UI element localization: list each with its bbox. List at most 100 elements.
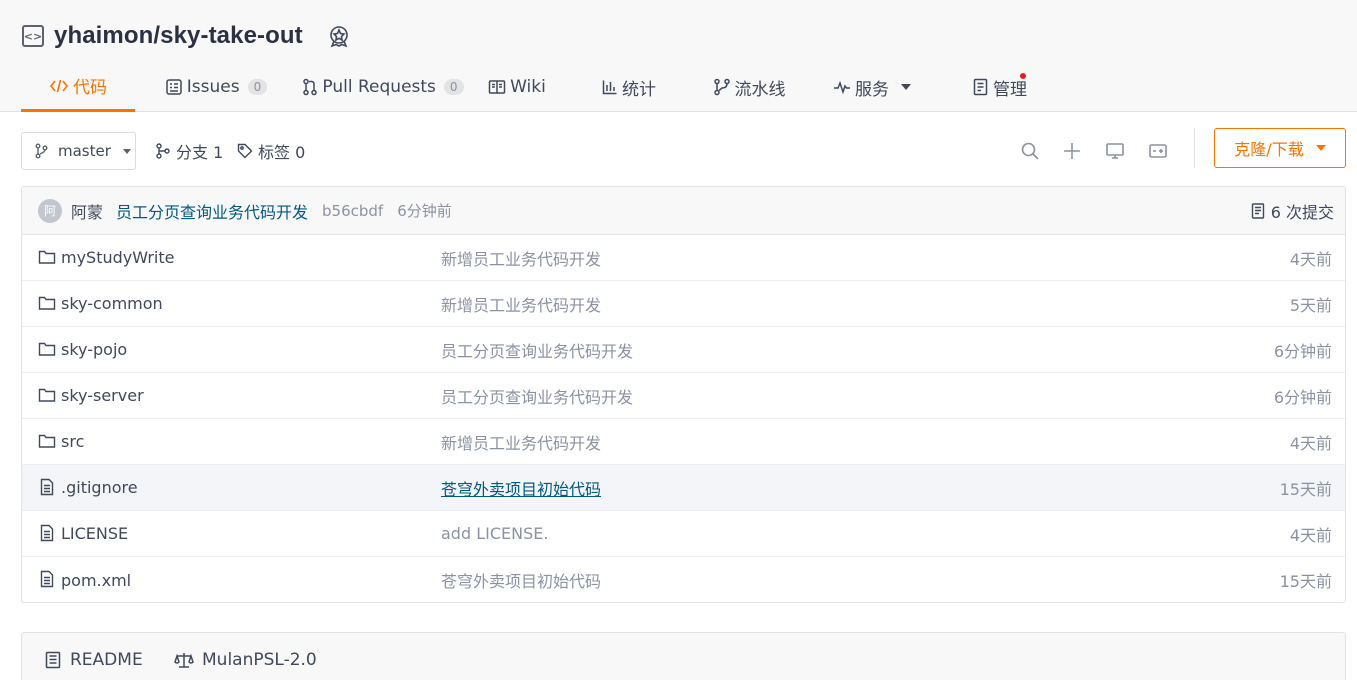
repo-name[interactable]: yhaimon/sky-take-out [54,22,303,50]
tab-label: Wiki [510,77,546,97]
file-row[interactable]: myStudyWrite 新增员工业务代码开发 4天前 [22,235,1345,281]
add-file-icon[interactable] [1062,141,1082,161]
tab-code[interactable]: 代码 [21,62,135,112]
pulse-icon [834,80,850,94]
chevron-down-icon [901,84,911,90]
file-icon [38,478,56,496]
folder-icon [38,432,56,450]
search-icon[interactable] [1020,141,1040,161]
web-ide-icon[interactable] [1105,141,1125,161]
book-icon [488,80,506,94]
file-row[interactable]: pom.xml 苍穹外卖项目初始代码 15天前 [22,557,1345,602]
tab-label: Issues [186,77,240,97]
file-name-link[interactable]: sky-pojo [61,340,127,359]
file-commit-time: 6分钟前 [1273,387,1332,407]
file-list: myStudyWrite 新增员工业务代码开发 4天前 sky-common 新增员工业… [22,235,1345,602]
tab-pull-requests[interactable]: Pull Requests 0 [295,62,471,112]
tab-label: Pull Requests [322,77,436,97]
tab-label: 流水线 [734,79,786,100]
file-row[interactable]: sky-pojo 员工分页查询业务代码开发 6分钟前 [22,327,1345,373]
commit-count-link[interactable]: 6 次提交 [1251,187,1334,235]
commits-icon [1251,203,1264,219]
file-commit-time: 4天前 [1289,249,1332,269]
terminal-icon[interactable] [1148,141,1168,161]
file-commit-time: 15天前 [1279,572,1332,591]
file-icon [38,570,56,588]
chevron-down-icon [122,148,131,154]
latest-commit-bar: 阿 阿蒙 员工分页查询业务代码开发 b56cbdf 6分钟前 6 次提交 [22,187,1345,235]
pull-request-icon [303,78,318,96]
commit-time: 6分钟前 [397,202,452,220]
tab-wiki[interactable]: Wiki [477,62,557,112]
readme-icon [45,651,61,669]
file-name-link[interactable]: sky-server [61,386,144,405]
file-commit-time: 5天前 [1289,295,1332,315]
file-commit-message[interactable]: 新增员工业务代码开发 [441,430,601,454]
tab-services[interactable]: 服务 [823,62,921,112]
file-commit-message[interactable]: 新增员工业务代码开发 [441,292,601,316]
repo-tabs: 代码 Issues 0 Pull Requests 0 Wiki 统计 流水线 … [21,62,1040,112]
clone-download-button[interactable]: 克隆/下载 [1214,128,1346,168]
tab-manage[interactable]: 管理 [960,62,1040,112]
file-name-link[interactable]: .gitignore [61,478,138,497]
bar-chart-icon [602,80,617,95]
branch-select[interactable]: master [21,132,136,170]
file-commit-message[interactable]: add LICENSE. [441,524,548,543]
tab-stats[interactable]: 统计 [589,62,669,112]
file-name-link[interactable]: pom.xml [61,571,131,590]
tab-label: 代码 [73,78,107,98]
commit-count: 6 次提交 [1270,203,1334,222]
code-toolbar: master 分支 1 标签 0 克隆/下载 [21,128,1346,170]
commit-message-link[interactable]: 员工分页查询业务代码开发 [116,199,308,223]
branch-name: master [58,142,111,160]
readme-section: README MulanPSL-2.0 [21,632,1346,680]
file-row[interactable]: src 新增员工业务代码开发 4天前 [22,419,1345,465]
file-row[interactable]: sky-common 新增员工业务代码开发 5天前 [22,281,1345,327]
file-name-link[interactable]: src [61,432,84,451]
notification-dot [1020,73,1026,79]
tab-issues[interactable]: Issues 0 [154,62,278,112]
file-name-link[interactable]: sky-common [61,294,163,313]
file-name-link[interactable]: LICENSE [61,524,128,543]
license-label: MulanPSL-2.0 [202,650,317,670]
file-name-link[interactable]: myStudyWrite [61,248,175,267]
issues-count-badge: 0 [247,79,268,95]
commit-sha[interactable]: b56cbdf [322,202,383,220]
branches-label: 分支 1 [176,143,224,162]
clone-label: 克隆/下载 [1234,140,1304,159]
folder-icon [38,248,56,266]
commit-author[interactable]: 阿蒙 [71,199,103,223]
chevron-down-icon [1315,145,1326,151]
pipeline-icon [713,78,730,96]
file-commit-message[interactable]: 员工分页查询业务代码开发 [441,384,633,408]
manage-icon [973,78,988,96]
readme-label: README [70,650,143,670]
file-commit-time: 6分钟前 [1273,341,1332,361]
file-commit-message[interactable]: 新增员工业务代码开发 [441,246,601,270]
readme-tab[interactable]: README [44,647,143,673]
file-commit-message[interactable]: 苍穹外卖项目初始代码 [441,568,601,592]
file-icon [38,524,56,542]
branches-link[interactable]: 分支 1 [155,132,223,170]
file-commit-time: 4天前 [1289,433,1332,453]
code-icon: <> [22,25,44,47]
file-browser: 阿 阿蒙 员工分页查询业务代码开发 b56cbdf 6分钟前 6 次提交 myS… [21,186,1346,603]
file-row[interactable]: LICENSE add LICENSE. 4天前 [22,511,1345,557]
file-row[interactable]: .gitignore 苍穹外卖项目初始代码 15天前 [22,465,1345,511]
tags-link[interactable]: 标签 0 [237,132,305,170]
avatar[interactable]: 阿 [38,198,62,223]
repo-header: <> yhaimon/sky-take-out 代码 Issues 0 Pull… [0,0,1357,112]
file-commit-message[interactable]: 苍穹外卖项目初始代码 [441,476,601,500]
file-commit-message[interactable]: 员工分页查询业务代码开发 [441,338,633,362]
license-tab[interactable]: MulanPSL-2.0 [174,647,317,673]
branch-icon [35,143,48,159]
folder-icon [38,340,56,358]
file-commit-time: 4天前 [1289,525,1332,545]
folder-icon [38,386,56,404]
tab-pipeline[interactable]: 流水线 [699,62,799,112]
tag-icon [237,143,253,159]
award-badge-icon[interactable] [327,24,351,48]
tab-label: 服务 [855,79,889,100]
code-brackets-icon [49,79,69,92]
file-row[interactable]: sky-server 员工分页查询业务代码开发 6分钟前 [22,373,1345,419]
